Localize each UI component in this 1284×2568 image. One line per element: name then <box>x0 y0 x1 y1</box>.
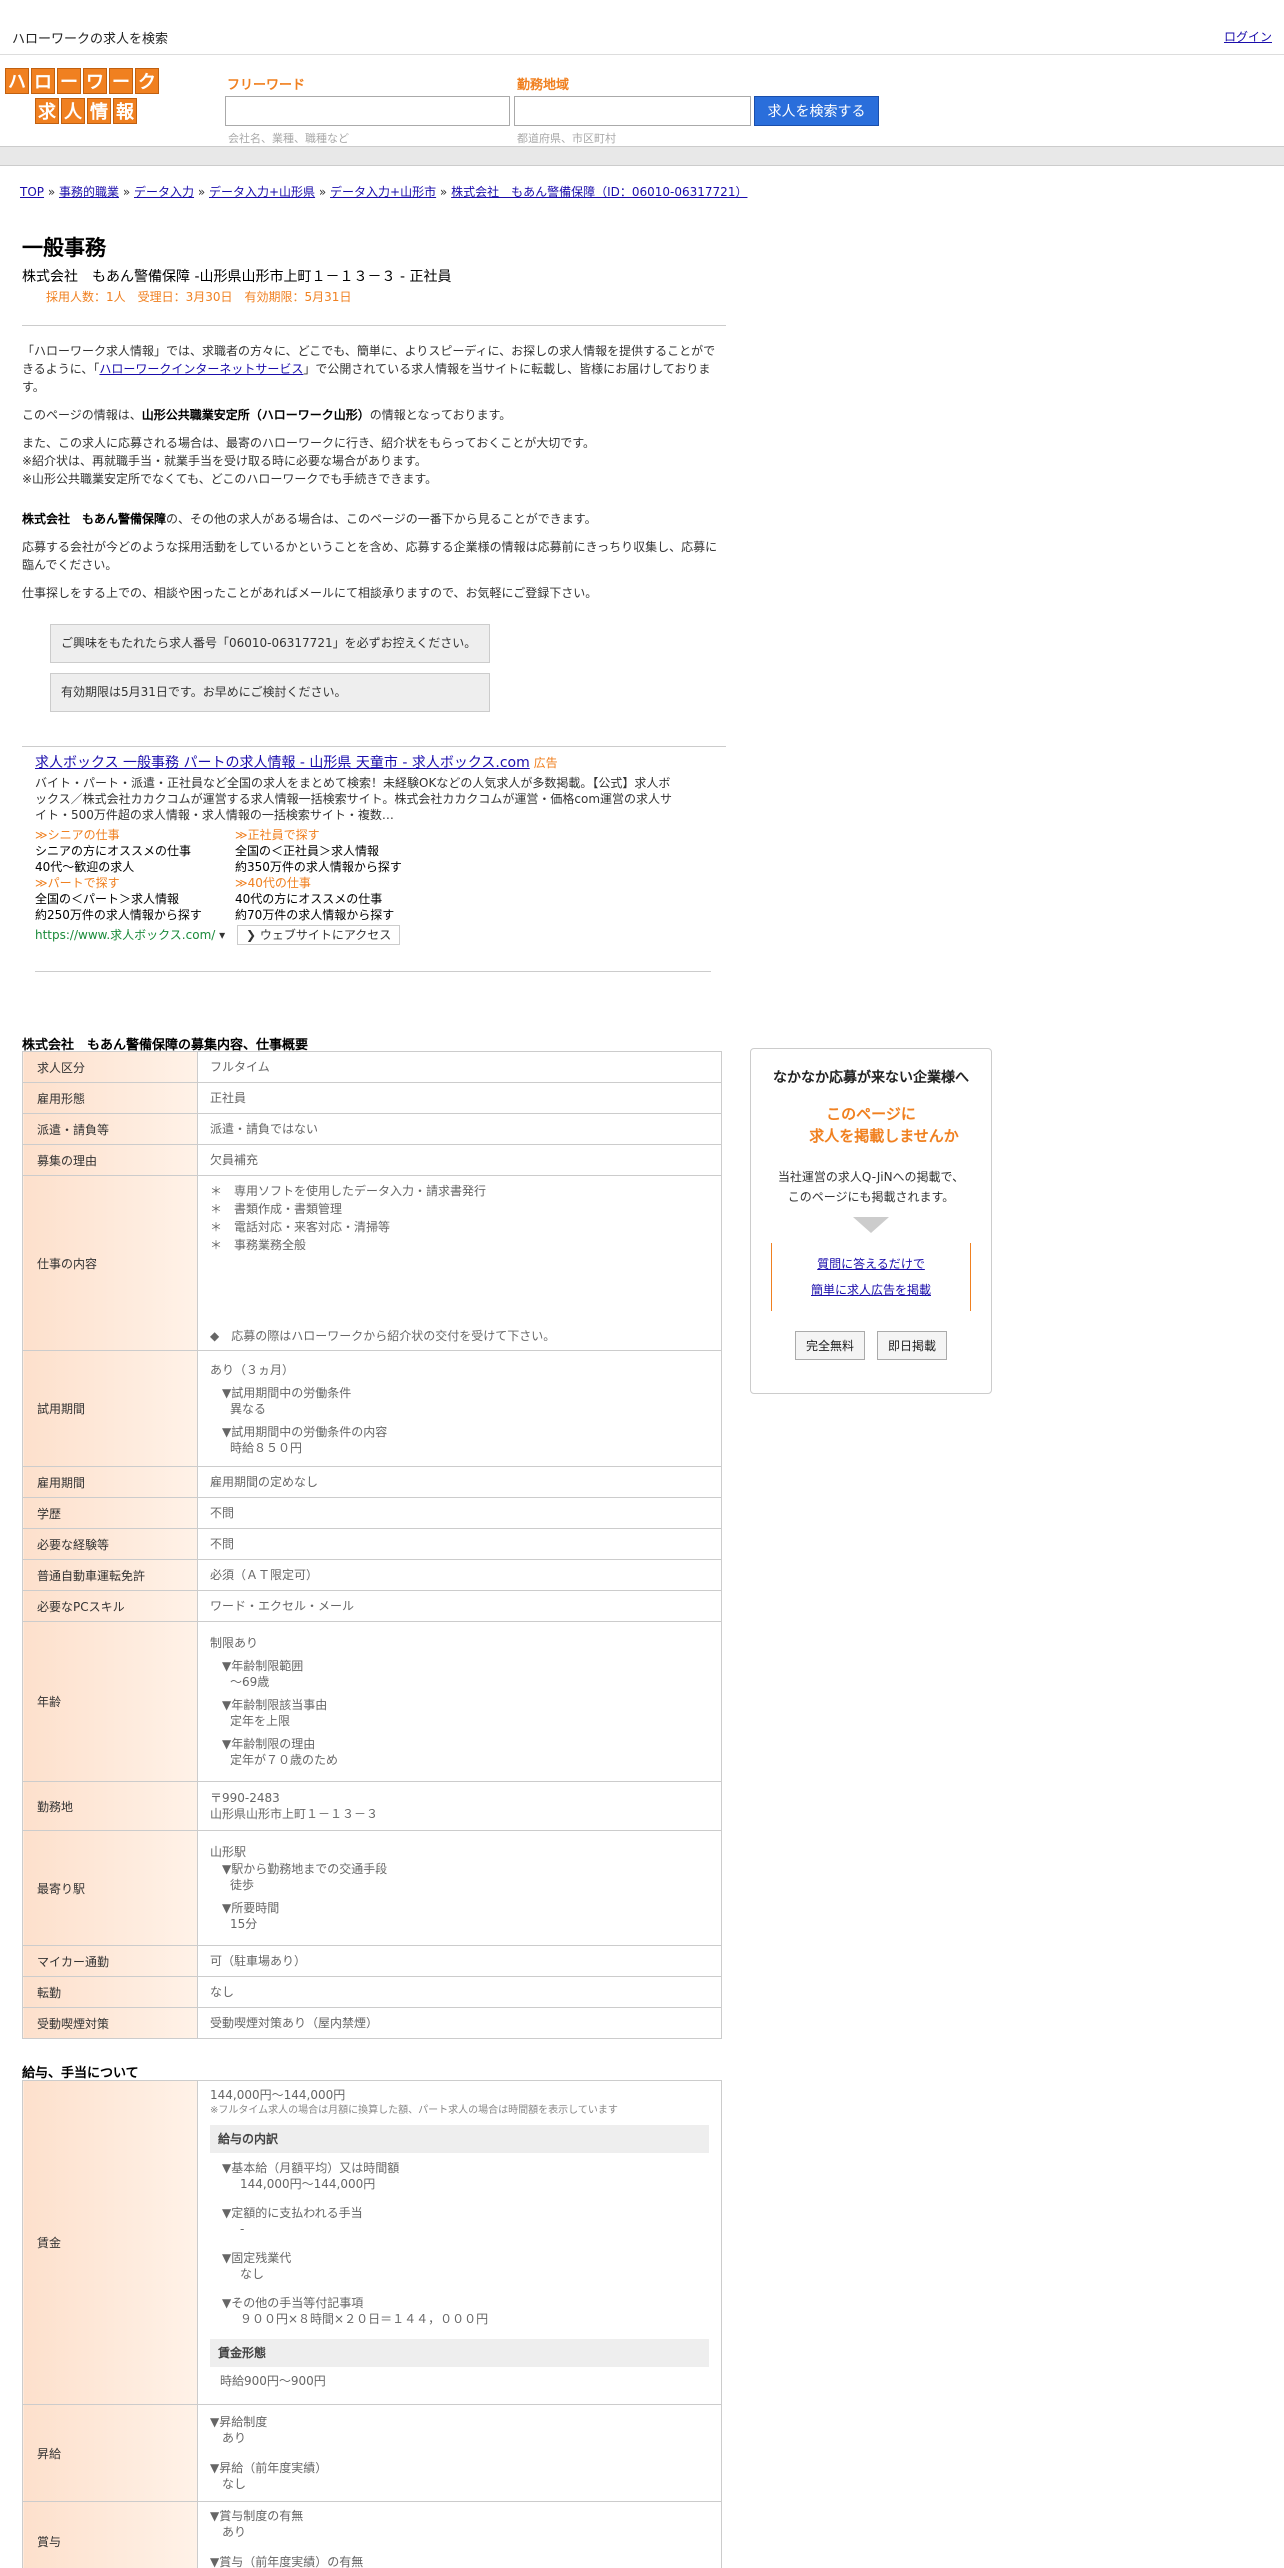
table-row: 募集の理由 欠員補充 <box>22 1144 722 1176</box>
breadcrumb: TOP » 事務的職業 » データ入力 » データ入力+山形県 » データ入力+… <box>20 185 748 199</box>
logo-char: ワ <box>83 68 107 94</box>
arrow-down-icon <box>853 1217 889 1233</box>
intro-paragraph: 「ハローワーク求人情報」では、求職者の方々に、どこでも、簡単に、よりスピーディに… <box>22 344 716 394</box>
breadcrumb-item[interactable]: データ入力+山形県 <box>209 185 315 199</box>
advice-paragraph: 応募する会社が今どのような採用活動をしているかということを含め、応募する企業様の… <box>22 540 718 572</box>
promo-offer: このページに 求人を掲載しませんか <box>809 1105 959 1145</box>
logo-char: ー <box>57 68 81 94</box>
divider-bar <box>0 146 1284 166</box>
search-button[interactable]: 求人を検索する <box>754 96 879 126</box>
job-number-note: ご興味をもたれたら求人番号「06010-06317721」を必ずお控えください。 <box>50 624 490 663</box>
salary-table: 賃金 144,000円〜144,000円 ※フルタイム求人の場合は月額に換算した… <box>22 2080 722 2568</box>
promo-description: 当社運営の求人Q-JiNへの掲載で、 このページにも掲載されます。 <box>777 1170 965 1204</box>
logo-char: 情 <box>87 98 111 124</box>
table-row: マイカー通勤 可（駐車場あり） <box>22 1945 722 1977</box>
table-row: 普通自動車運転免許 必須（ＡＴ限定可） <box>22 1559 722 1591</box>
promo-link[interactable]: 質問に答えるだけで <box>817 1257 925 1271</box>
source-paragraph: このページの情報は、山形公共職業安定所（ハローワーク山形）の情報となっております… <box>22 408 512 422</box>
promo-link[interactable]: 簡単に求人広告を掲載 <box>811 1283 931 1297</box>
promo-links: 質問に答えるだけで 簡単に求人広告を掲載 <box>771 1243 971 1311</box>
breadcrumb-item[interactable]: TOP <box>20 185 44 199</box>
promo-title: なかなか応募が来ない企業様へ <box>773 1070 969 1086</box>
breadcrumb-item[interactable]: データ入力+山形市 <box>330 185 436 199</box>
salary-section-title: 給与、手当について <box>22 2066 139 2081</box>
table-row: 求人区分 フルタイム <box>22 1051 722 1083</box>
free-button[interactable]: 完全無料 <box>794 1331 865 1360</box>
logo-char: ロ <box>31 68 55 94</box>
table-row: 勤務地 〒990-2483 山形県山形市上町１－１３－３ <box>22 1781 722 1831</box>
site-logo[interactable]: ハ ロ ー ワ ー ク 求 人 情 報 <box>5 68 181 126</box>
table-row: 必要なPCスキル ワード・エクセル・メール <box>22 1590 722 1622</box>
ad-sitelink[interactable]: ≫40代の仕事 40代の方にオススメの仕事 約70万件の求人情報から探す <box>235 875 455 923</box>
ad-sitelink[interactable]: ≫パートで探す 全国の＜パート＞求人情報 約250万件の求人情報から探す <box>35 875 235 923</box>
consult-paragraph: 仕事探しをする上での、相談や困ったことがあればメールにて相談承りますので、お気軽… <box>22 586 598 600</box>
logo-char: 報 <box>113 98 137 124</box>
login-link[interactable]: ログイン <box>1224 28 1272 45</box>
freeword-hint: 会社名、業種、職種など <box>228 132 349 145</box>
logo-char: 人 <box>61 98 85 124</box>
area-label: 勤務地域 <box>517 78 570 93</box>
company-line: 株式会社 もあん警備保障 -山形県山形市上町１－１３－３ - 正社員 <box>22 269 452 285</box>
page-title: 一般事務 <box>22 236 106 260</box>
breadcrumb-item[interactable]: 株式会社 もあん警備保障（ID：06010-06317721） <box>451 185 747 199</box>
table-row: 年齢 制限あり ▼年齢制限範囲 〜69歳 ▼年齢制限該当事由 定年を上限 ▼年齢… <box>22 1621 722 1782</box>
divider <box>22 325 726 326</box>
ad-sitelink[interactable]: ≫正社員で探す 全国の＜正社員＞求人情報 約350万件の求人情報から探す <box>235 827 455 875</box>
breadcrumb-item[interactable]: 事務的職業 <box>59 185 119 199</box>
logo-char: 求 <box>35 98 59 124</box>
divider <box>22 746 726 747</box>
breadcrumb-item[interactable]: データ入力 <box>134 185 194 199</box>
other-jobs-paragraph: 株式会社 もあん警備保障の、その他の求人がある場合は、このページの一番下から見る… <box>22 512 597 526</box>
logo-char: ー <box>109 68 133 94</box>
ad-description: バイト・パート・派遣・正社員など全国の求人をまとめて検索！未経験OKなどの人気求… <box>35 776 673 822</box>
freeword-input[interactable] <box>225 96 510 126</box>
ad-label: 広告 <box>533 756 558 770</box>
table-row: 最寄り駅 山形駅 ▼駅から勤務地までの交通手段 徒歩 ▼所要時間 15分 <box>22 1830 722 1946</box>
table-row: 賃金 144,000円〜144,000円 ※フルタイム求人の場合は月額に換算した… <box>22 2080 722 2405</box>
table-row: 昇給 ▼昇給制度 あり ▼昇給（前年度実績） なし <box>22 2404 722 2502</box>
employer-promo-box: なかなか応募が来ない企業様へ このページに 求人を掲載しませんか 当社運営の求人Q… <box>750 1048 992 1394</box>
table-row: 学歴 不問 <box>22 1497 722 1529</box>
divider <box>35 971 711 972</box>
table-row: 受動喫煙対策 受動喫煙対策あり（屋内禁煙） <box>22 2007 722 2039</box>
table-row: 雇用形態 正社員 <box>22 1082 722 1114</box>
referral-paragraph: また、この求人に応募される場合は、最寄のハローワークに行き、紹介状をもらっておく… <box>22 436 596 486</box>
ad-url[interactable]: https://www.求人ボックス.com/ <box>35 927 215 943</box>
same-day-button[interactable]: 即日掲載 <box>877 1331 948 1360</box>
job-meta: 採用人数：1人 受理日：3月30日 有効期限：5月31日 <box>46 290 352 304</box>
hellowork-link[interactable]: ハローワークインターネットサービス <box>99 362 303 376</box>
freeword-label: フリーワード <box>227 78 306 93</box>
table-row: 必要な経験等 不問 <box>22 1528 722 1560</box>
area-hint: 都道府県、市区町村 <box>517 132 616 145</box>
ad-title-link[interactable]: 求人ボックス 一般事務 パートの求人情報 - 山形県 天童市 - 求人ボックス.… <box>35 755 530 771</box>
table-row: 派遣・請負等 派遣・請負ではない <box>22 1113 722 1145</box>
visit-website-button[interactable]: ❯ ウェブサイトにアクセス <box>236 925 401 945</box>
job-intro: 一般事務 株式会社 もあん警備保障 -山形県山形市上町１－１３－３ - 正社員 … <box>22 232 726 712</box>
logo-char: ハ <box>5 68 29 94</box>
logo-char: ク <box>135 68 159 94</box>
ad-sitelink[interactable]: ≫シニアの仕事 シニアの方にオススメの仕事 40代～歓迎の求人 <box>35 827 235 875</box>
site-tagline: ハローワークの求人を検索 <box>12 32 169 47</box>
search-header: ハ ロ ー ワ ー ク 求 人 情 報 フリーワード 会社名、業種、職種など 勤… <box>0 56 1284 146</box>
table-row: 雇用期間 雇用期間の定めなし <box>22 1466 722 1498</box>
table-row: 試用期間 あり（３ヵ月） ▼試用期間中の労働条件 異なる ▼試用期間中の労働条件… <box>22 1350 722 1467</box>
top-bar: ハローワークの求人を検索 ログイン <box>0 0 1284 55</box>
area-input[interactable] <box>514 96 751 126</box>
table-row: 転勤 なし <box>22 1976 722 2008</box>
ad-block: 求人ボックス 一般事務 パートの求人情報 - 山形県 天童市 - 求人ボックス.… <box>35 755 675 945</box>
table-row: 賞与 ▼賞与制度の有無 あり ▼賞与（前年度実績）の有無 <box>22 2501 722 2568</box>
job-details-table: 求人区分 フルタイム 雇用形態 正社員 派遣・請負等 派遣・請負ではない 募集の理由欠… <box>22 1051 722 2039</box>
expiry-note: 有効期限は5月31日です。お早めにご検討ください。 <box>50 673 490 712</box>
table-row: 仕事の内容 ＊ 専用ソフトを使用したデータ入力・請求書発行 ＊ 書類作成・書類管… <box>22 1175 722 1351</box>
